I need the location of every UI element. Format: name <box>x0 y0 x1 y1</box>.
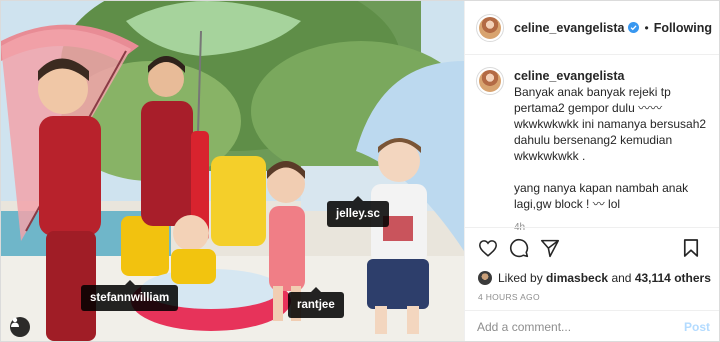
caption-username[interactable]: celine_evangelista <box>514 69 714 83</box>
photo-tag-rantjee[interactable]: rantjee <box>288 287 344 318</box>
share-icon <box>540 239 560 257</box>
caption-avatar[interactable] <box>476 67 504 95</box>
likes-summary: Liked by dimasbeck and 43,114 others <box>465 268 719 288</box>
caption-text: Banyak anak banyak rejeki tp pertama2 ge… <box>514 85 707 211</box>
post-header: celine_evangelista • Following <box>465 1 719 55</box>
action-bar <box>465 228 719 268</box>
bookmark-icon <box>683 239 699 257</box>
user-tags-icon[interactable] <box>10 317 30 337</box>
post-comment-button[interactable]: Post <box>684 320 710 334</box>
likes-prefix: Liked by <box>498 271 543 285</box>
author-username[interactable]: celine_evangelista <box>514 21 624 35</box>
instagram-post: stefannwilliam rantjee jelley.sc celine_… <box>0 0 720 342</box>
comment-box: Post <box>465 310 719 341</box>
comment-button[interactable] <box>508 237 530 259</box>
caption-body: celine_evangelista Banyak anak banyak re… <box>514 67 714 233</box>
likes-count[interactable]: 43,114 others <box>635 271 711 285</box>
heart-icon <box>479 240 497 257</box>
like-button[interactable] <box>477 237 499 259</box>
save-button[interactable] <box>680 237 702 259</box>
post-time-ago[interactable]: 4 HOURS AGO <box>465 292 719 302</box>
liker-username[interactable]: dimasbeck <box>546 271 608 285</box>
photo-tag-jelley[interactable]: jelley.sc <box>327 196 389 227</box>
photo-tag-stefannwilliam[interactable]: stefannwilliam <box>81 280 179 311</box>
header-separator: • <box>644 20 649 35</box>
post-actions-section: Liked by dimasbeck and 43,114 others 4 H… <box>465 227 719 302</box>
family-photo-illustration <box>1 1 464 341</box>
following-button[interactable]: Following <box>654 21 712 35</box>
author-avatar[interactable] <box>476 13 504 42</box>
verified-badge-icon <box>628 22 640 33</box>
post-photo[interactable]: stefannwilliam rantjee jelley.sc <box>1 1 464 341</box>
caption-block: celine_evangelista Banyak anak banyak re… <box>476 67 716 233</box>
liker-avatar[interactable] <box>478 271 492 285</box>
comment-input[interactable] <box>477 320 684 334</box>
likes-connector: and <box>611 271 632 285</box>
person-icon <box>11 317 19 327</box>
share-button[interactable] <box>539 237 561 259</box>
post-side-panel: celine_evangelista • Following celine_ev… <box>464 1 719 341</box>
comment-icon <box>509 238 529 258</box>
